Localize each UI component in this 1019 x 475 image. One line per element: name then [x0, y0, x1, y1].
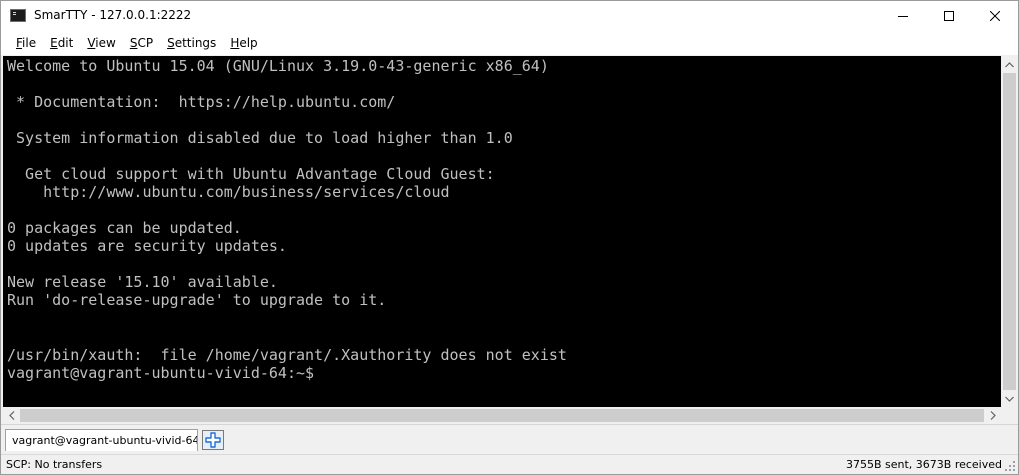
- session-tab-strip: vagrant@vagrant-ubuntu-vivid-64: ~: [1, 424, 1018, 454]
- status-bar: SCP: No transfers 3755B sent, 3673B rece…: [1, 454, 1018, 474]
- menu-file-label: ile: [22, 36, 37, 50]
- menu-edit-label: dit: [57, 36, 74, 50]
- horizontal-scrollbar[interactable]: [3, 407, 1001, 424]
- menu-edit-mnemonic: E: [50, 36, 58, 50]
- scroll-right-button[interactable]: [984, 407, 1001, 424]
- window-title: SmarTTY - 127.0.0.1:2222: [34, 8, 192, 22]
- menu-help-mnemonic: H: [230, 36, 240, 50]
- session-tab[interactable]: vagrant@vagrant-ubuntu-vivid-64: ~: [5, 429, 198, 451]
- chevron-right-icon: [990, 411, 996, 420]
- scroll-up-button[interactable]: [1001, 56, 1018, 73]
- scroll-left-button[interactable]: [3, 407, 20, 424]
- vertical-scroll-thumb[interactable]: [1003, 73, 1016, 390]
- scp-transfer-status: SCP: No transfers: [6, 458, 103, 471]
- menu-settings-label: ettings: [174, 36, 217, 50]
- maximize-button[interactable]: [926, 1, 972, 31]
- close-icon: [990, 11, 1000, 21]
- close-button[interactable]: [972, 1, 1018, 31]
- terminal-app-icon[interactable]: [10, 9, 26, 22]
- menu-help-label: elp: [239, 36, 258, 50]
- resize-grip-icon[interactable]: [1005, 461, 1016, 472]
- horizontal-scroll-thumb[interactable]: [20, 409, 984, 422]
- chevron-down-icon: [1005, 396, 1014, 402]
- terminal-line: Get cloud support with Ubuntu Advantage …: [7, 165, 495, 183]
- menu-settings-mnemonic: S: [167, 36, 175, 50]
- terminal-output[interactable]: Welcome to Ubuntu 15.04 (GNU/Linux 3.19.…: [3, 56, 1001, 407]
- chevron-up-icon: [1005, 61, 1014, 67]
- terminal-line: Run 'do-release-upgrade' to upgrade to i…: [7, 291, 387, 309]
- menu-view[interactable]: View: [80, 31, 122, 55]
- menu-file[interactable]: File: [9, 31, 43, 55]
- minimize-icon: [898, 16, 908, 17]
- scroll-down-button[interactable]: [1001, 390, 1018, 407]
- minimize-button[interactable]: [880, 1, 926, 31]
- terminal-line: Welcome to Ubuntu 15.04 (GNU/Linux 3.19.…: [7, 57, 549, 75]
- terminal-line: /usr/bin/xauth: file /home/vagrant/.Xaut…: [7, 346, 567, 364]
- menu-edit[interactable]: Edit: [43, 31, 80, 55]
- maximize-icon: [944, 11, 954, 21]
- terminal-line: 0 packages can be updated.: [7, 219, 242, 237]
- smartty-window: SmarTTY - 127.0.0.1:2222 File Edit View …: [0, 0, 1019, 475]
- scrollbar-corner: [1001, 407, 1018, 424]
- vertical-scrollbar[interactable]: [1001, 56, 1018, 407]
- title-bar[interactable]: SmarTTY - 127.0.0.1:2222: [1, 1, 1018, 31]
- traffic-counter: 3755B sent, 3673B received: [845, 458, 1002, 471]
- menu-settings[interactable]: Settings: [160, 31, 223, 55]
- terminal-line: 0 updates are security updates.: [7, 237, 287, 255]
- menu-help[interactable]: Help: [223, 31, 264, 55]
- new-tab-button[interactable]: [202, 430, 224, 450]
- menu-scp[interactable]: SCP: [123, 31, 160, 55]
- terminal-line: System information disabled due to load …: [7, 129, 513, 147]
- menu-bar: File Edit View SCP Settings Help: [1, 31, 1018, 55]
- menu-view-label: iew: [95, 36, 116, 50]
- terminal-prompt: vagrant@vagrant-ubuntu-vivid-64:~$: [7, 364, 315, 382]
- chevron-left-icon: [8, 411, 14, 420]
- menu-scp-label: CP: [137, 36, 154, 50]
- terminal-line: * Documentation: https://help.ubuntu.com…: [7, 93, 396, 111]
- terminal-line: New release '15.10' available.: [7, 273, 278, 291]
- terminal-line: http://www.ubuntu.com/business/services/…: [7, 183, 450, 201]
- plus-icon: [205, 432, 221, 448]
